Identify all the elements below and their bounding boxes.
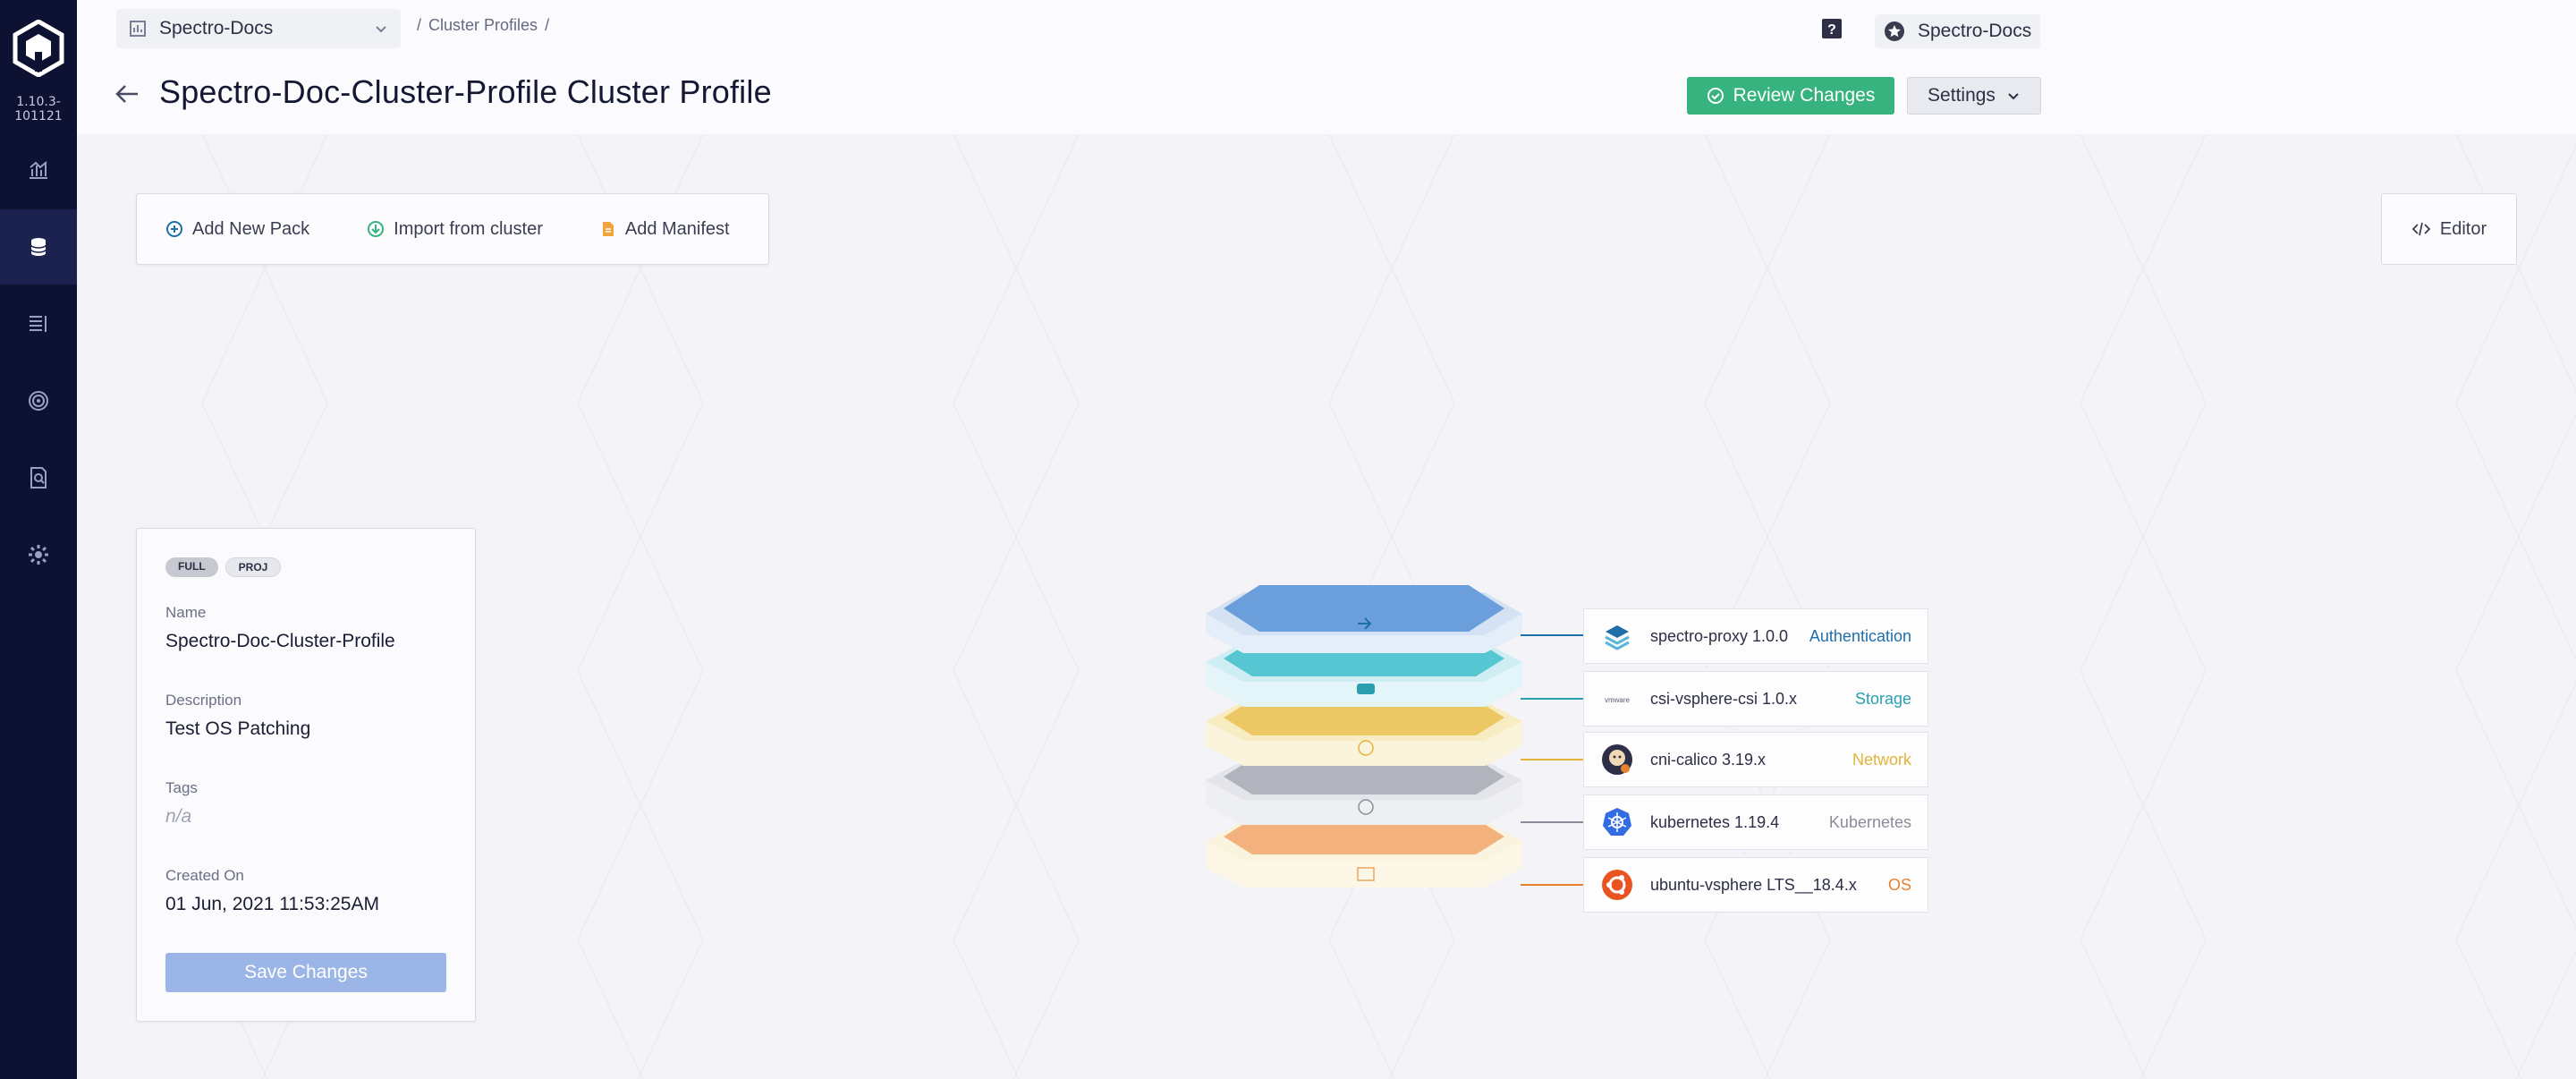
document-search-icon	[30, 467, 47, 489]
layer-name: cni-calico 3.19.x	[1650, 750, 1767, 769]
layer-type: Storage	[1854, 689, 1911, 708]
os-layer-hexagon[interactable]	[1206, 819, 1522, 888]
connector-kubernetes	[1521, 821, 1583, 823]
chart-icon	[30, 161, 47, 179]
name-label: Name	[165, 604, 207, 621]
add-new-pack-label: Add New Pack	[192, 218, 310, 239]
page-header: Spectro-Docs / Cluster Profiles / ? Spec…	[77, 0, 2576, 134]
chevron-down-icon	[376, 26, 386, 33]
connector-network	[1521, 759, 1583, 760]
database-icon	[30, 238, 47, 256]
download-circle-icon	[368, 221, 385, 237]
review-changes-label: Review Changes	[1733, 85, 1876, 106]
project-name: Spectro-Docs	[159, 18, 274, 38]
pack-toolbar: Add New Pack Import from cluster Add Man…	[136, 193, 769, 265]
add-new-pack-button[interactable]: Add New Pack	[165, 219, 309, 240]
tags-label: Tags	[165, 779, 198, 796]
sidebar: 1.10.3-101121	[0, 0, 77, 1079]
code-icon	[2411, 222, 2431, 236]
import-from-cluster-button[interactable]: Import from cluster	[367, 219, 543, 240]
plus-circle-icon	[166, 221, 182, 237]
fingerprint-icon	[29, 391, 48, 411]
breadcrumb-cluster-profiles[interactable]: Cluster Profiles	[428, 16, 538, 35]
manifest-file-icon	[602, 222, 614, 236]
profile-tags: FULL PROJ	[165, 557, 446, 577]
user-name: Spectro-Docs	[1918, 21, 2032, 41]
help-icon[interactable]: ?	[1821, 18, 1843, 39]
kubernetes-layer-hexagon[interactable]	[1206, 759, 1522, 825]
authentication-layer-hexagon[interactable]	[1206, 585, 1522, 653]
calico-icon	[1602, 744, 1632, 775]
tag-full-badge: FULL	[165, 557, 218, 577]
breadcrumb: / Cluster Profiles /	[417, 16, 549, 35]
layer-row-kubernetes[interactable]: kubernetes 1.19.4 Kubernetes	[1583, 794, 1928, 850]
layer-name: csi-vsphere-csi 1.0.x	[1650, 689, 1798, 708]
created-on-label: Created On	[165, 867, 244, 884]
page-title: Spectro-Doc-Cluster-Profile Cluster Prof…	[159, 73, 772, 110]
sidebar-item-audit[interactable]	[0, 440, 77, 515]
storage-layer-icon	[1357, 684, 1375, 694]
profile-description: Test OS Patching	[165, 718, 311, 739]
user-menu[interactable]: Spectro-Docs	[1875, 14, 2041, 48]
network-layer-hexagon[interactable]	[1206, 700, 1522, 766]
settings-button[interactable]: Settings	[1907, 77, 2041, 115]
project-selector[interactable]: Spectro-Docs	[116, 9, 401, 48]
layer-name: kubernetes 1.19.4	[1650, 812, 1780, 831]
layer-name: ubuntu-vsphere LTS__18.4.x	[1650, 875, 1857, 894]
review-icon	[1707, 88, 1724, 104]
svg-text:?: ?	[1827, 22, 1836, 38]
profile-created-on: 01 Jun, 2021 11:53:25AM	[165, 894, 379, 914]
layer-type: OS	[1887, 875, 1911, 894]
gear-icon	[29, 545, 48, 565]
kubernetes-icon	[1603, 808, 1631, 836]
breadcrumb-separator: /	[417, 16, 422, 34]
save-changes-button[interactable]: Save Changes	[165, 953, 446, 992]
description-label: Description	[165, 692, 242, 709]
app-version: 1.10.3-101121	[14, 95, 63, 123]
layer-row-authentication[interactable]: spectro-proxy 1.0.0 Authentication	[1583, 608, 1928, 664]
add-manifest-button[interactable]: Add Manifest	[600, 219, 730, 240]
connector-os	[1521, 884, 1583, 886]
connector-authentication	[1521, 634, 1583, 636]
editor-button[interactable]: Editor	[2381, 193, 2517, 265]
project-icon	[130, 21, 146, 37]
sidebar-item-profiles[interactable]	[0, 209, 77, 285]
layer-row-network[interactable]: cni-calico 3.19.x Network	[1583, 732, 1928, 787]
editor-label: Editor	[2439, 218, 2487, 239]
settings-label: Settings	[1928, 85, 1996, 106]
tag-proj-badge: PROJ	[225, 557, 282, 577]
sidebar-item-clusters[interactable]	[0, 286, 77, 361]
profile-tags-value: n/a	[165, 806, 192, 827]
sidebar-item-security[interactable]	[0, 363, 77, 438]
add-manifest-label: Add Manifest	[624, 218, 730, 239]
back-arrow-icon[interactable]	[113, 81, 141, 107]
svg-text:vmware: vmware	[1605, 696, 1631, 704]
layer-type: Authentication	[1809, 626, 1911, 645]
vmware-icon: vmware	[1605, 696, 1631, 704]
import-from-cluster-label: Import from cluster	[394, 218, 543, 239]
layer-type: Kubernetes	[1828, 812, 1911, 831]
layer-row-storage[interactable]: vmware csi-vsphere-csi 1.0.x Storage	[1583, 671, 1928, 726]
sidebar-item-settings[interactable]	[0, 517, 77, 592]
list-icon	[30, 316, 47, 332]
layer-name: spectro-proxy 1.0.0	[1650, 626, 1789, 645]
profile-details-card: FULL PROJ Name Spectro-Doc-Cluster-Profi…	[136, 528, 476, 1022]
chevron-down-icon	[2008, 93, 2019, 100]
connector-storage	[1521, 698, 1583, 700]
spectro-proxy-icon	[1605, 625, 1630, 650]
review-changes-button[interactable]: Review Changes	[1687, 77, 1894, 115]
breadcrumb-separator: /	[545, 16, 550, 34]
layer-type: Network	[1852, 750, 1911, 769]
profile-name: Spectro-Doc-Cluster-Profile	[165, 631, 395, 651]
user-avatar-icon	[1885, 21, 1904, 41]
layer-row-os[interactable]: ubuntu-vsphere LTS__18.4.x OS	[1583, 857, 1928, 913]
spectro-logo-icon[interactable]	[13, 20, 64, 77]
ubuntu-icon	[1602, 870, 1632, 900]
sidebar-item-dashboard[interactable]	[0, 132, 77, 208]
layer-stack-diagram	[1206, 585, 1522, 888]
